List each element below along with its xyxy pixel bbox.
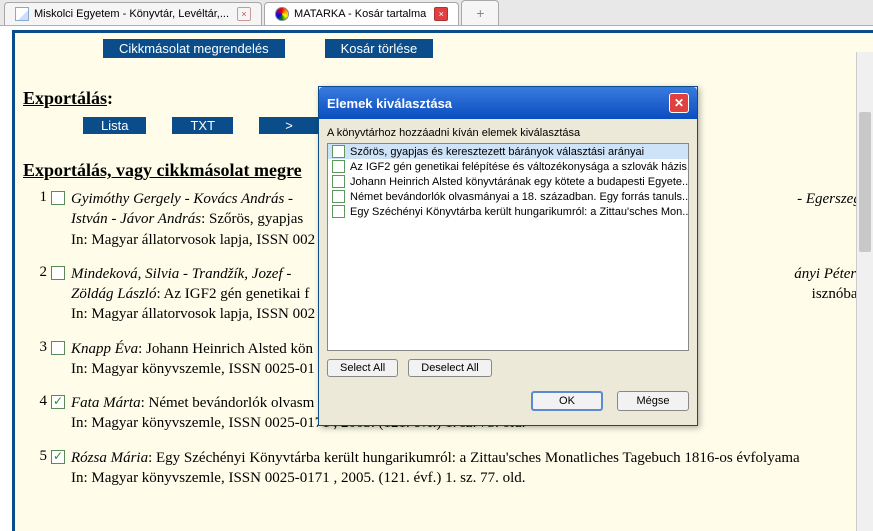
dialog-description: A könyvtárhoz hozzáadni kíván elemek kiv… [327, 127, 689, 139]
dialog-list-item[interactable]: Johann Heinrich Alsted könyvtárának egy … [328, 174, 688, 189]
item-label: Az IGF2 gén genetikai felépítése és vált… [350, 161, 689, 173]
item-label: Szőrös, gyapjas és keresztezett bárányok… [350, 146, 644, 158]
select-button-row: Select All Deselect All [327, 359, 689, 377]
tool-icon [275, 7, 289, 21]
item-checkbox[interactable] [51, 191, 65, 205]
deselect-all-button[interactable]: Deselect All [408, 359, 491, 377]
browser-tab-bar: Miskolci Egyetem - Könyvtár, Levéltár,..… [0, 0, 873, 26]
item-checkbox[interactable] [51, 341, 65, 355]
document-icon [15, 7, 29, 21]
dialog-body: A könyvtárhoz hozzáadni kíván elemek kiv… [319, 119, 697, 425]
item-label: Egy Széchényi Könyvtárba került hungarik… [350, 206, 689, 218]
clear-cart-button[interactable]: Kosár törlése [325, 39, 434, 58]
order-copy-button[interactable]: Cikkmásolat megrendelés [103, 39, 285, 58]
dialog-list-item[interactable]: Szőrös, gyapjas és keresztezett bárányok… [328, 144, 688, 159]
item-number: 4 [23, 393, 51, 434]
tab-matarka[interactable]: MATARKA - Kosár tartalma × [264, 2, 459, 25]
item-checkbox[interactable] [51, 266, 65, 280]
dialog-titlebar[interactable]: Elemek kiválasztása ✕ [319, 87, 697, 119]
item-number: 2 [23, 264, 51, 325]
list-item: 5 Rózsa Mária: Egy Széchényi Könyvtárba k… [23, 448, 865, 489]
top-button-row: Cikkmásolat megrendelés Kosár törlése [103, 39, 865, 58]
tab-label: Miskolci Egyetem - Könyvtár, Levéltár,..… [34, 8, 229, 20]
item-number: 3 [23, 339, 51, 380]
close-icon[interactable]: × [237, 7, 251, 21]
item-number: 5 [23, 448, 51, 489]
dialog-list-item[interactable]: Egy Széchényi Könyvtárba került hungarik… [328, 204, 688, 219]
dialog-list-item[interactable]: Német bevándorlók olvasmányai a 18. száz… [328, 189, 688, 204]
close-icon[interactable]: ✕ [669, 93, 689, 113]
item-number: 1 [23, 189, 51, 250]
ok-button[interactable]: OK [531, 391, 603, 411]
close-icon[interactable]: × [434, 7, 448, 21]
item-label: Johann Heinrich Alsted könyvtárának egy … [350, 176, 689, 188]
dialog-title-text: Elemek kiválasztása [327, 96, 452, 111]
dialog-footer: OK Mégse [327, 391, 689, 417]
item-checkbox[interactable] [51, 395, 65, 409]
export-more-button[interactable]: > [259, 117, 319, 134]
export-txt-button[interactable]: TXT [172, 117, 233, 134]
dialog-list-item[interactable]: Az IGF2 gén genetikai felépítése és vált… [328, 159, 688, 174]
item-body: Rózsa Mária: Egy Széchényi Könyvtárba ke… [71, 448, 865, 489]
tab-miskolci[interactable]: Miskolci Egyetem - Könyvtár, Levéltár,..… [4, 2, 262, 25]
select-all-button[interactable]: Select All [327, 359, 398, 377]
scrollbar-thumb[interactable] [859, 112, 871, 252]
item-checkbox[interactable] [332, 145, 345, 158]
dialog-item-list[interactable]: Szőrös, gyapjas és keresztezett bárányok… [327, 143, 689, 351]
export-list-button[interactable]: Lista [83, 117, 146, 134]
item-checkbox[interactable] [332, 205, 345, 218]
tab-label: MATARKA - Kosár tartalma [294, 8, 426, 20]
new-tab-button[interactable]: + [461, 0, 499, 25]
select-items-dialog: Elemek kiválasztása ✕ A könyvtárhoz hozz… [318, 86, 698, 426]
item-checkbox[interactable] [332, 190, 345, 203]
vertical-scrollbar[interactable] [856, 52, 873, 531]
item-checkbox[interactable] [332, 175, 345, 188]
item-checkbox[interactable] [51, 450, 65, 464]
item-checkbox[interactable] [332, 160, 345, 173]
item-label: Német bevándorlók olvasmányai a 18. száz… [350, 191, 689, 203]
cancel-button[interactable]: Mégse [617, 391, 689, 411]
